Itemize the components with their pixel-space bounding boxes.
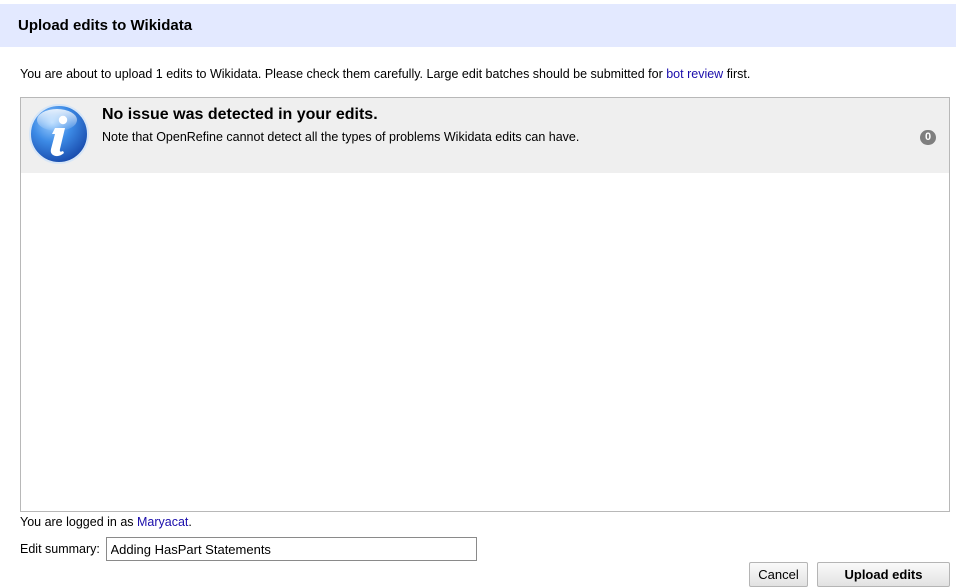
bot-review-link[interactable]: bot review: [666, 67, 723, 81]
issue-row: No issue was detected in your edits. Not…: [21, 98, 949, 173]
edit-summary-label: Edit summary:: [20, 542, 100, 556]
issues-panel: No issue was detected in your edits. Not…: [20, 97, 950, 512]
issue-title: No issue was detected in your edits.: [102, 106, 378, 123]
dialog-title: Upload edits to Wikidata: [0, 4, 956, 47]
edit-summary-row: Edit summary:: [20, 537, 477, 563]
login-status: You are logged in as Maryacat.: [20, 515, 192, 529]
intro-text: You are about to upload 1 edits to Wikid…: [20, 67, 750, 81]
issue-note: Note that OpenRefine cannot detect all t…: [102, 130, 580, 144]
issue-count-badge: 0: [920, 130, 936, 145]
login-prefix: You are logged in as: [20, 515, 137, 529]
intro-text-after: first.: [723, 67, 751, 81]
login-suffix: .: [188, 515, 192, 529]
upload-dialog: Upload edits to Wikidata You are about t…: [0, 0, 956, 587]
edit-summary-input[interactable]: [105, 537, 477, 561]
username-link[interactable]: Maryacat: [137, 515, 188, 529]
info-icon: [28, 103, 90, 165]
intro-text-before: You are about to upload 1 edits to Wikid…: [20, 67, 667, 81]
cancel-button[interactable]: Cancel: [749, 562, 808, 587]
upload-edits-button[interactable]: Upload edits: [817, 562, 950, 587]
